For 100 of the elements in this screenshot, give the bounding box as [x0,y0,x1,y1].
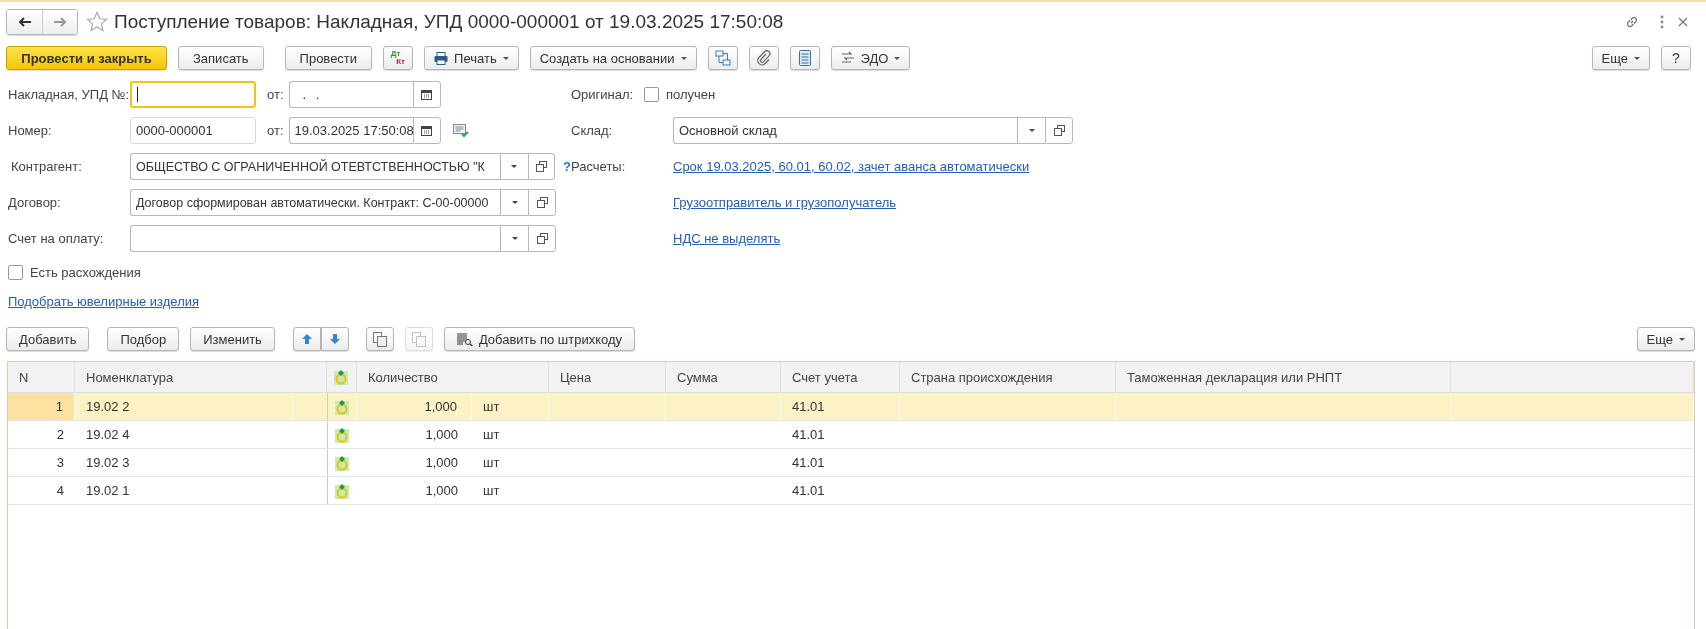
table-cell-text: 19.02 1 [85,482,131,500]
table-cell: 41.01 [781,393,900,420]
help-link[interactable]: ? [563,159,571,174]
form-link[interactable]: Грузоотправитель и грузополучатель [673,195,897,210]
star-icon[interactable] [86,11,108,33]
more-button[interactable]: Еще [1591,46,1650,70]
table-toolbar-button[interactable]: Подбор [107,327,180,351]
row-number: 2 [55,426,65,444]
caret-icon [680,56,687,60]
journal-entries-button[interactable]: Дт Кт [383,46,414,70]
contract-field[interactable]: Договор сформирован автоматически. Контракт: С-00-00000 [130,189,500,216]
table-toolbar-button[interactable]: Добавить [6,327,90,351]
date-field[interactable]: . . [288,81,413,108]
table-row[interactable]: 3 19.02 3 1,000 шт 41.01 [8,449,1694,477]
payment-invoice-field[interactable] [130,225,500,252]
column-header[interactable]: Сумма [666,362,781,392]
column-header[interactable]: Количество [357,362,549,392]
arrow-right-icon [53,17,67,27]
column-header[interactable]: Цена [549,362,666,392]
toolbar-button[interactable]: Провести [284,46,373,70]
field-label: Номер: [8,123,53,138]
open-button[interactable] [528,225,556,252]
form-link[interactable]: НДС не выделять [673,231,781,246]
checkbox-label: получен [666,87,716,102]
row-number: 1 [8,393,75,420]
move-down-button[interactable] [320,327,349,351]
help-button[interactable]: ? [1661,46,1691,70]
field-label: Склад: [571,123,614,138]
open-window-icon [535,161,547,172]
close-icon[interactable] [1678,17,1688,27]
table-cell: шт [472,393,549,420]
more-icon[interactable] [1660,15,1664,29]
calendar-button[interactable] [412,81,441,108]
field-label: Накладная, УПД №: [8,87,130,102]
calendar-button[interactable] [412,117,441,144]
warehouse-field[interactable]: Основной склад [673,117,1017,144]
attach-button[interactable] [748,46,779,70]
table-cell-text: шт [482,454,501,472]
move-up-button[interactable] [292,327,321,351]
table-row[interactable]: 4 19.02 1 1,000 шт 41.01 [8,477,1694,505]
documents-icon [372,331,387,347]
field-label: Расчеты: [571,159,627,174]
open-button[interactable] [1045,117,1073,144]
window-title: Поступление товаров: Накладная, УПД 0000-000001 от 19.03.2025 17:50:08 [114,11,784,33]
invoice-number-field[interactable] [130,81,256,108]
table-cell-text: 19.02 3 [85,454,131,472]
row-number: 3 [55,454,65,472]
document-exchange-icon [840,51,855,65]
print-button[interactable]: Печать [424,46,519,70]
column-header[interactable]: Страна происхождения [900,362,1116,392]
table-cell-text: 41.01 [791,482,826,500]
open-button[interactable] [528,189,556,216]
checkbox[interactable] [8,264,23,280]
table-row[interactable]: 1 19.02 2 1,000 шт 41.01 [8,393,1694,421]
table-toolbar-button[interactable]: Изменить [190,327,275,351]
field-label: Оригинал: [571,87,635,102]
link-icon[interactable] [1624,14,1640,30]
arrow-down-icon [328,333,341,345]
column-header[interactable]: N [8,362,75,392]
table-cell-text: 1,000 [424,454,459,472]
hierarchy-icon [714,50,731,66]
toolbar-button[interactable]: Записать [178,46,264,70]
caret-icon [1634,56,1640,60]
checkbox[interactable] [644,87,659,102]
table-cell: 1,000 [357,393,472,420]
table-cell-text: 1,000 [424,482,459,500]
field-label: Договор: [8,195,62,210]
document-list-button[interactable] [789,46,820,70]
create-based-on-button[interactable]: Создать на основании [529,46,697,70]
table-cell-text: шт [482,426,501,444]
ring-icon [335,426,349,443]
settlements-link[interactable]: Срок 19.03.2025, 60.01, 60.02, зачет аванса автоматически [673,159,1030,174]
date-field[interactable]: 19.03.2025 17:50:08 [288,117,413,144]
comment-check-icon[interactable] [452,123,469,138]
number-field[interactable]: 0000-000001 [130,117,256,144]
table-cell-text: шт [482,482,501,500]
caret-icon [1028,129,1035,132]
add-by-barcode-button[interactable]: Добавить по штрихкоду [443,327,636,351]
caret-icon [511,165,518,168]
back-button[interactable] [7,10,42,34]
more-button[interactable]: Еще [1636,327,1695,351]
table-cell-text: 1,000 [424,426,459,444]
select-jewelry-link[interactable]: Подобрать ювелирные изделия [8,293,200,309]
open-window-icon [1053,125,1065,136]
counterparty-field[interactable]: ОБЩЕСТВО С ОГРАНИЧЕННОЙ ОТЕВТСТВЕННОСТЬЮ "К [130,153,500,180]
caret-icon [894,56,901,60]
table-cell-text: 19.02 4 [85,426,131,444]
post-and-close-button[interactable]: Провести и закрыть [6,46,167,70]
open-button[interactable] [527,153,556,180]
ring-icon [334,369,348,385]
column-header[interactable]: Таможенная декларация или РНПТ [1116,362,1451,392]
printer-icon [434,51,449,65]
column-header[interactable]: Номенклатура [75,362,327,392]
table-cell-text: 41.01 [791,454,826,472]
edo-button[interactable]: ЭДО [830,46,911,70]
structure-button[interactable] [707,46,738,70]
table-row[interactable]: 2 19.02 4 1,000 шт 41.01 [8,421,1694,449]
column-header[interactable]: Счет учета [781,362,900,392]
documents-icon [411,331,426,347]
copy-button[interactable] [365,327,394,351]
